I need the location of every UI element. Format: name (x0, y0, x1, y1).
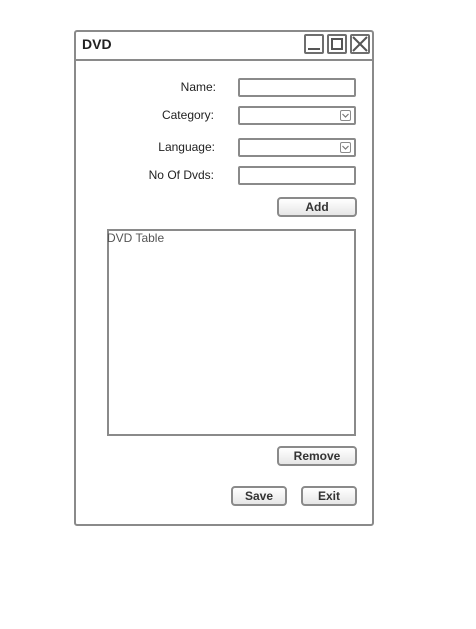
dvd-table[interactable]: DVD Table (107, 229, 356, 436)
window-title: DVD (82, 36, 112, 52)
chevron-down-icon[interactable] (340, 142, 351, 153)
close-icon (352, 36, 368, 52)
category-label: Category: (161, 108, 214, 122)
dvd-count-input[interactable] (238, 166, 356, 185)
dvd-table-caption: DVD Table (107, 231, 165, 245)
maximize-button[interactable] (327, 34, 347, 54)
category-select[interactable] (238, 106, 356, 125)
remove-button[interactable]: Remove (277, 446, 357, 466)
minimize-button[interactable] (304, 34, 324, 54)
maximize-icon (331, 38, 343, 50)
name-input[interactable] (238, 78, 356, 97)
exit-button[interactable]: Exit (301, 486, 357, 506)
add-button[interactable]: Add (277, 197, 357, 217)
name-label: Name: (180, 80, 216, 94)
dvd-count-label: No Of Dvds: (148, 168, 214, 182)
save-button[interactable]: Save (231, 486, 287, 506)
language-label: Language: (158, 140, 215, 154)
chevron-down-icon[interactable] (340, 110, 351, 121)
dvd-window: DVD Name: Category: Language: No Of Dvds… (74, 30, 374, 526)
minimize-icon (308, 48, 320, 50)
language-select[interactable] (238, 138, 356, 157)
close-button[interactable] (350, 34, 370, 54)
title-bar[interactable]: DVD (76, 32, 372, 61)
